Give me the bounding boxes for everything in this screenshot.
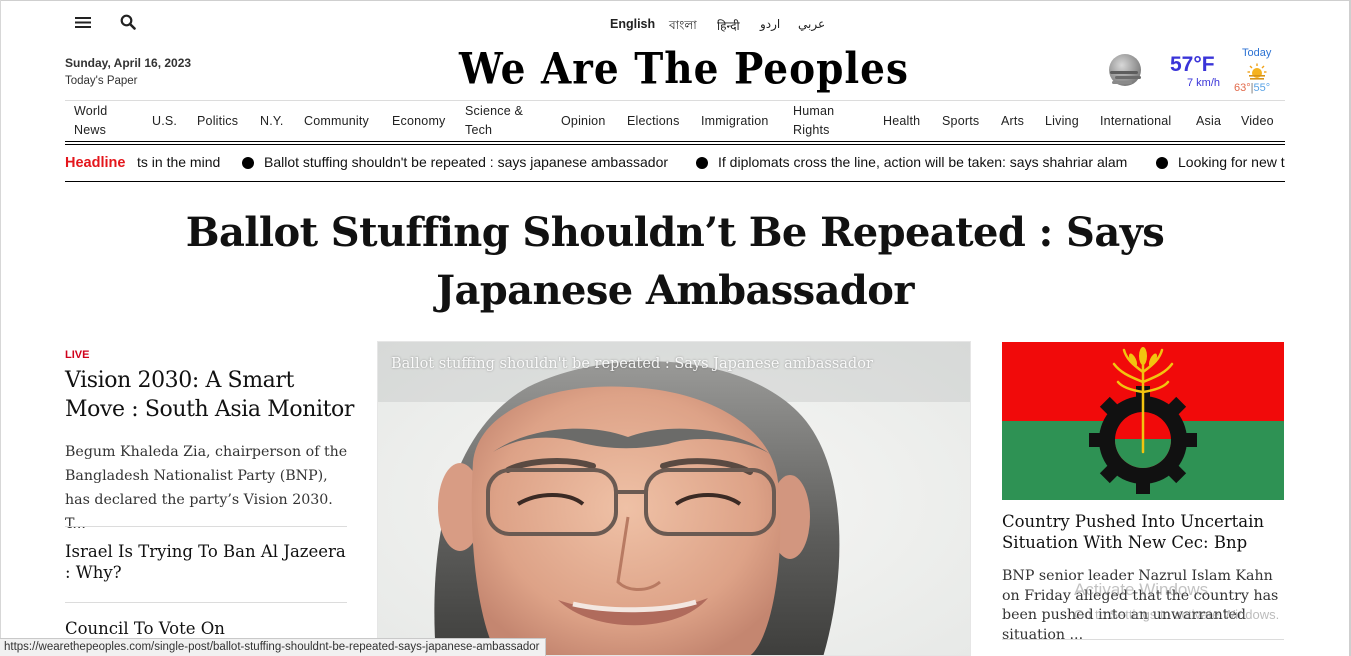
window-top-border xyxy=(0,0,1351,1)
live-badge: LIVE xyxy=(65,349,90,361)
divider xyxy=(65,526,347,527)
nav-human-rights[interactable]: Human Rights xyxy=(793,101,851,141)
story-title[interactable]: Vision 2030: A Smart Move : South Asia M… xyxy=(65,366,355,424)
nav-international[interactable]: International xyxy=(1100,101,1171,141)
search-icon[interactable] xyxy=(117,11,139,33)
photo-caption: Ballot stuffing shouldn't be repeated : … xyxy=(391,356,873,372)
ticker-item[interactable]: If diplomats cross the line, action will… xyxy=(718,154,1127,170)
ticker-label: Headline xyxy=(65,155,126,171)
lead-story-photo[interactable]: Ballot stuffing shouldn't be repeated : … xyxy=(377,341,971,656)
nav-politics[interactable]: Politics xyxy=(197,101,238,141)
nav-us[interactable]: U.S. xyxy=(152,101,177,141)
divider xyxy=(1002,639,1284,640)
story-title[interactable]: Country Pushed Into Uncertain Situation … xyxy=(1002,511,1284,553)
story-summary: Begum Khaleda Zia, chairperson of the Ba… xyxy=(65,444,348,532)
browser-status-url: https://wearethepeoples.com/single-post/… xyxy=(0,638,547,656)
window-left-border xyxy=(0,0,1,656)
nav-video[interactable]: Video xyxy=(1241,101,1274,141)
story-title[interactable]: Israel Is Trying To Ban Al Jazeera : Why… xyxy=(65,541,350,583)
nav-asia[interactable]: Asia xyxy=(1196,101,1221,141)
high-low-temps: 63°|55° xyxy=(1234,82,1270,94)
divider xyxy=(65,602,347,603)
activate-windows-subtitle: Go to Settings to activate Windows. xyxy=(1074,607,1280,622)
low-temp: 55° xyxy=(1253,82,1271,94)
current-date: Sunday, April 16, 2023 xyxy=(65,56,192,70)
portrait-image xyxy=(378,342,970,655)
nav-sports[interactable]: Sports xyxy=(942,101,979,141)
ticker-bullet xyxy=(242,157,254,169)
site-logo[interactable]: We Are The Peoples xyxy=(459,34,908,104)
forecast-today-label: Today xyxy=(1242,47,1272,59)
nav-immigration[interactable]: Immigration xyxy=(701,101,769,141)
todays-paper-link[interactable]: Today's Paper xyxy=(65,75,138,87)
story-summary: BNP senior leader Nazrul Islam Kahn on F… xyxy=(1002,568,1279,643)
activate-windows-title: Activate Windows xyxy=(1074,580,1209,599)
lang-english[interactable]: English xyxy=(610,17,655,31)
nav-economy[interactable]: Economy xyxy=(392,101,446,141)
nav-ny[interactable]: N.Y. xyxy=(260,101,284,141)
ticker-item[interactable]: ts in the mind xyxy=(137,154,220,170)
lang-hindi[interactable]: हिन्दी xyxy=(717,17,740,34)
page-headline: Ballot Stuffing Shouldn’t Be Repeated : … xyxy=(185,209,1165,314)
sun-icon xyxy=(1247,63,1267,81)
nav-living[interactable]: Living xyxy=(1045,101,1079,141)
nav-elections[interactable]: Elections xyxy=(627,101,680,141)
headline-ticker: Headline ts in the mind Ballot stuffing … xyxy=(65,145,1285,182)
nav-community[interactable]: Community xyxy=(304,101,369,141)
nav-science-tech[interactable]: Science & Tech xyxy=(465,101,537,141)
nav-opinion[interactable]: Opinion xyxy=(561,101,606,141)
wind-speed: 7 km/h xyxy=(1187,77,1221,89)
high-temp: 63° xyxy=(1234,82,1251,94)
nav-world-news[interactable]: World News xyxy=(74,101,134,141)
cloud-moon-icon xyxy=(1106,53,1144,89)
ticker-item[interactable]: Ballot stuffing shouldn't be repeated : … xyxy=(264,154,668,170)
current-temperature: 57°F xyxy=(1170,53,1215,76)
main-nav: World News U.S. Politics N.Y. Community … xyxy=(65,100,1285,145)
ticker-track: ts in the mind Ballot stuffing shouldn't… xyxy=(137,145,1285,181)
nav-health[interactable]: Health xyxy=(883,101,920,141)
lang-arabic[interactable]: عربي xyxy=(798,17,825,31)
ticker-bullet xyxy=(1156,157,1168,169)
ticker-item[interactable]: Looking for new t xyxy=(1178,154,1285,170)
nav-arts[interactable]: Arts xyxy=(1001,101,1024,141)
bnp-flag-image[interactable] xyxy=(1002,342,1284,500)
lang-urdu[interactable]: اردو xyxy=(760,17,780,31)
menu-icon[interactable] xyxy=(72,11,94,33)
ticker-bullet xyxy=(696,157,708,169)
